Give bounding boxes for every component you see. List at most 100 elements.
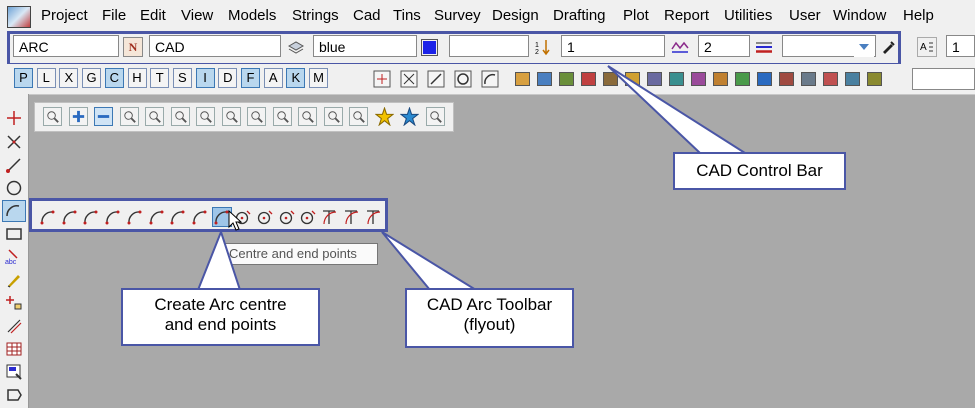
arc-cross-icon[interactable] — [126, 208, 144, 226]
cross-icon[interactable] — [5, 133, 23, 151]
arc-concentric-icon[interactable] — [169, 208, 187, 226]
pick-icon[interactable] — [272, 107, 292, 126]
zoom-out-minus-icon[interactable] — [94, 107, 113, 126]
panel-icon[interactable] — [5, 363, 23, 381]
menu-help[interactable]: Help — [903, 7, 934, 24]
plan-view-area[interactable] — [31, 99, 975, 408]
arc-circle-3-icon[interactable] — [299, 208, 317, 226]
mode-toggle-c[interactable]: C — [104, 68, 124, 88]
arc-transition-icon[interactable] — [321, 208, 339, 226]
mode-toggle-f[interactable]: F — [241, 68, 260, 88]
arc-trim-icon[interactable] — [343, 208, 361, 226]
app-icon[interactable] — [7, 6, 31, 28]
mode-toggle-k[interactable]: K — [286, 68, 306, 88]
blank-icon[interactable] — [425, 107, 445, 126]
text-style-icon[interactable]: A — [917, 37, 937, 57]
toolbar-tool-icon[interactable] — [757, 72, 772, 86]
polygon-icon[interactable] — [5, 386, 23, 404]
toolbar-tool-icon[interactable] — [845, 72, 860, 86]
rectangle-icon[interactable] — [5, 225, 23, 243]
menu-user[interactable]: User — [789, 7, 821, 24]
zoom-window-icon[interactable] — [170, 107, 190, 126]
new-view-icon[interactable] — [43, 107, 62, 126]
snap-cross-icon[interactable] — [400, 70, 418, 88]
arc-start-icon[interactable] — [39, 208, 57, 226]
toolbar-tool-icon[interactable] — [691, 72, 706, 86]
mode-toggle-s[interactable]: S — [172, 68, 192, 88]
menu-window[interactable]: Window — [833, 7, 886, 24]
menu-drafting[interactable]: Drafting — [553, 7, 606, 24]
mode-toggle-m[interactable]: M — [309, 68, 329, 88]
menu-strings[interactable]: Strings — [292, 7, 339, 24]
zoom-extent-icon[interactable] — [196, 107, 215, 126]
mode-toggle-p[interactable]: P — [14, 68, 33, 88]
menu-tins[interactable]: Tins — [393, 7, 421, 24]
toolbar-tool-icon[interactable] — [515, 72, 530, 86]
mode-toggle-h[interactable]: H — [127, 68, 147, 88]
point-text-icon[interactable] — [5, 294, 23, 312]
mode-toggle-g[interactable]: G — [82, 68, 102, 88]
toolbar-tool-icon[interactable] — [713, 72, 728, 86]
toolbar-tool-icon[interactable] — [581, 72, 596, 86]
menu-view[interactable]: View — [181, 7, 213, 24]
arc-radius-icon[interactable] — [148, 208, 166, 226]
right-input[interactable] — [912, 68, 975, 90]
menu-edit[interactable]: Edit — [140, 7, 166, 24]
line-icon[interactable] — [5, 156, 23, 174]
toolbar-tool-icon[interactable] — [559, 72, 574, 86]
snap-point-icon[interactable] — [373, 70, 391, 88]
menu-project[interactable]: Project — [41, 7, 88, 24]
arc-circle-icon[interactable] — [256, 208, 274, 226]
arc-tool-selected[interactable] — [2, 200, 26, 222]
snap-arc-icon[interactable] — [481, 70, 499, 88]
arc-tangent-icon[interactable] — [61, 208, 79, 226]
arc-circle-tangent-icon[interactable] — [278, 208, 296, 226]
menu-file[interactable]: File — [102, 7, 126, 24]
arc-perp-icon[interactable] — [104, 208, 122, 226]
dimension-icon[interactable] — [5, 317, 23, 335]
mode-toggle-x[interactable]: X — [59, 68, 79, 88]
menu-cad[interactable]: Cad — [353, 7, 381, 24]
arc-3point-icon[interactable] — [82, 208, 100, 226]
zoom-fit-icon[interactable] — [221, 107, 241, 126]
toolbar-tool-icon[interactable] — [823, 72, 838, 86]
toolbar-tool-icon[interactable] — [625, 72, 640, 86]
menu-utilities[interactable]: Utilities — [724, 7, 772, 24]
toolbar-tool-icon[interactable] — [867, 72, 882, 86]
point-icon[interactable] — [5, 109, 23, 127]
menu-models[interactable]: Models — [228, 7, 276, 24]
arc-through-icon[interactable] — [191, 208, 209, 226]
zoom-icon[interactable] — [119, 107, 139, 126]
copy-view-icon[interactable] — [323, 107, 343, 126]
snap-circle-icon[interactable] — [454, 70, 472, 88]
menu-report[interactable]: Report — [664, 7, 709, 24]
mode-toggle-i[interactable]: I — [195, 68, 215, 88]
zoom-in-plus-icon[interactable] — [68, 107, 88, 126]
mode-toggle-d[interactable]: D — [218, 68, 238, 88]
view-settings-icon[interactable] — [247, 107, 266, 126]
menu-design[interactable]: Design — [492, 7, 539, 24]
table-icon[interactable] — [5, 340, 23, 358]
mode-toggle-a[interactable]: A — [263, 68, 283, 88]
toolbar-tool-icon[interactable] — [735, 72, 750, 86]
toolbar-tool-icon[interactable] — [779, 72, 794, 86]
pan-icon[interactable] — [145, 107, 164, 126]
right-field[interactable]: 1 — [946, 35, 975, 57]
star-icon[interactable] — [374, 106, 394, 127]
plot-icon[interactable] — [298, 107, 317, 126]
menu-survey[interactable]: Survey — [434, 7, 481, 24]
mode-toggle-t[interactable]: T — [150, 68, 170, 88]
toolbar-tool-icon[interactable] — [801, 72, 816, 86]
star-blue-icon[interactable] — [399, 106, 420, 127]
grid-icon[interactable] — [349, 107, 368, 126]
toolbar-tool-icon[interactable] — [669, 72, 684, 86]
text-abc-icon[interactable]: abc — [5, 248, 23, 266]
menu-plot[interactable]: Plot — [623, 7, 649, 24]
toolbar-tool-icon[interactable] — [647, 72, 662, 86]
arc-fillet-icon[interactable] — [365, 208, 383, 226]
circle-icon[interactable] — [5, 179, 23, 197]
pencil-icon[interactable] — [5, 271, 23, 289]
toolbar-tool-icon[interactable] — [537, 72, 552, 86]
mode-toggle-l[interactable]: L — [36, 68, 56, 88]
toolbar-tool-icon[interactable] — [603, 72, 618, 86]
